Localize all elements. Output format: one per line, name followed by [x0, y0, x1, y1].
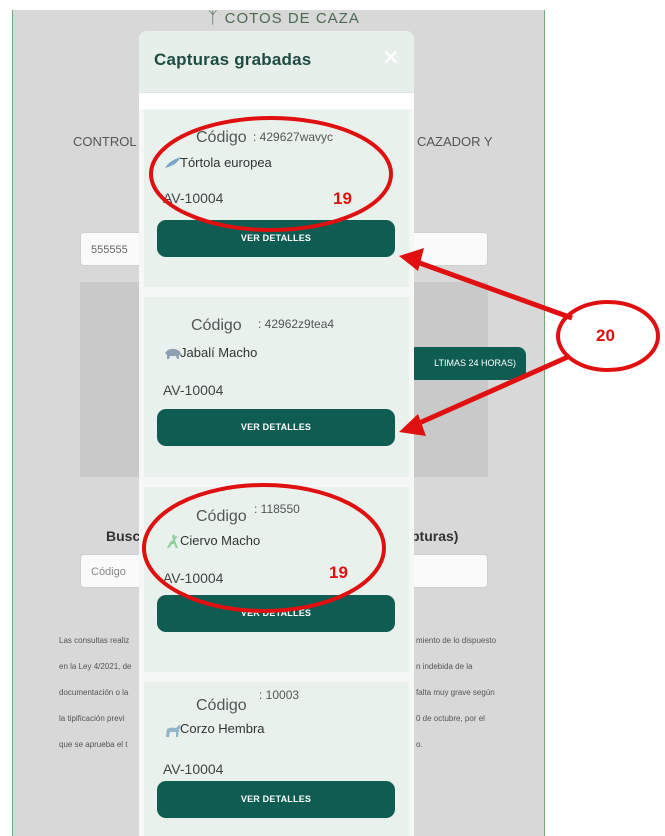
modal-spacer [139, 93, 414, 109]
code-label: Código [196, 697, 247, 714]
view-details-button[interactable]: VER DETALLES [157, 409, 395, 446]
annotation-label: 19 [333, 189, 352, 208]
capture-card: Código : 118550 Ciervo Macho AV-10004 VE… [144, 487, 409, 672]
captures-modal: Capturas grabadas ✕ Código : 429627wavyc… [139, 31, 414, 836]
capture-card: Código : 42962z9tea4 Jabalí Macho AV-100… [144, 297, 409, 477]
antler-icon: ᛉ [208, 10, 219, 27]
plate-code: AV-10004 [163, 190, 224, 206]
legal-line: 0 de octubre, por el [416, 714, 485, 723]
annotation-label: 19 [329, 563, 348, 582]
annotation-label: 20 [596, 326, 615, 345]
legal-line: Las consultas realiz [59, 636, 130, 645]
capture-card: Código : 429627wavyc Tórtola europea AV-… [144, 110, 409, 287]
view-details-button[interactable]: VER DETALLES [157, 781, 395, 818]
species-name: Ciervo Macho [180, 533, 261, 548]
view-details-button[interactable]: VER DETALLES [157, 595, 395, 632]
capture-card: Código : 10003 Corzo Hembra AV-10004 VER… [144, 682, 409, 836]
species-name: Jabalí Macho [180, 345, 258, 360]
legal-line: falta muy grave según [416, 688, 495, 697]
code-value: : 10003 [259, 688, 300, 702]
legal-line: la tipificación previ [59, 714, 125, 723]
plate-code: AV-10004 [163, 382, 224, 398]
legal-line: n indebida de la [416, 662, 473, 671]
search-heading-end: pturas) [411, 528, 459, 544]
species-name: Tórtola europea [180, 155, 272, 170]
search-heading: Busc [106, 528, 141, 544]
legal-line: o. [416, 740, 423, 749]
plate-code: AV-10004 [163, 761, 224, 777]
legal-line: miento de lo dispuesto [416, 636, 497, 645]
code-label: Código [191, 317, 242, 334]
close-icon[interactable]: ✕ [382, 47, 400, 69]
view-details-button[interactable]: VER DETALLES [157, 220, 395, 257]
species-name: Corzo Hembra [180, 721, 265, 736]
legal-line: que se aprueba el t [59, 740, 128, 749]
last-24h-button[interactable]: LTIMAS 24 HORAS) [408, 347, 526, 380]
code-value: : 429627wavyc [253, 130, 334, 144]
code-label: Código [196, 508, 247, 525]
code-value: : 118550 [254, 502, 300, 516]
legal-line: documentación o la [59, 688, 129, 697]
cazador-text: CAZADOR Y [417, 134, 493, 149]
modal-header: Capturas grabadas ✕ [139, 31, 414, 93]
code-value: : 42962z9tea4 [258, 317, 335, 331]
modal-title: Capturas grabadas [154, 50, 312, 69]
legal-line: en la Ley 4/2021, de [59, 662, 132, 671]
control-text: CONTROL [73, 134, 137, 149]
code-label: Código [196, 129, 247, 146]
plate-code: AV-10004 [163, 570, 224, 586]
logo: ᛉ COTOS DE CAZA [208, 10, 360, 27]
